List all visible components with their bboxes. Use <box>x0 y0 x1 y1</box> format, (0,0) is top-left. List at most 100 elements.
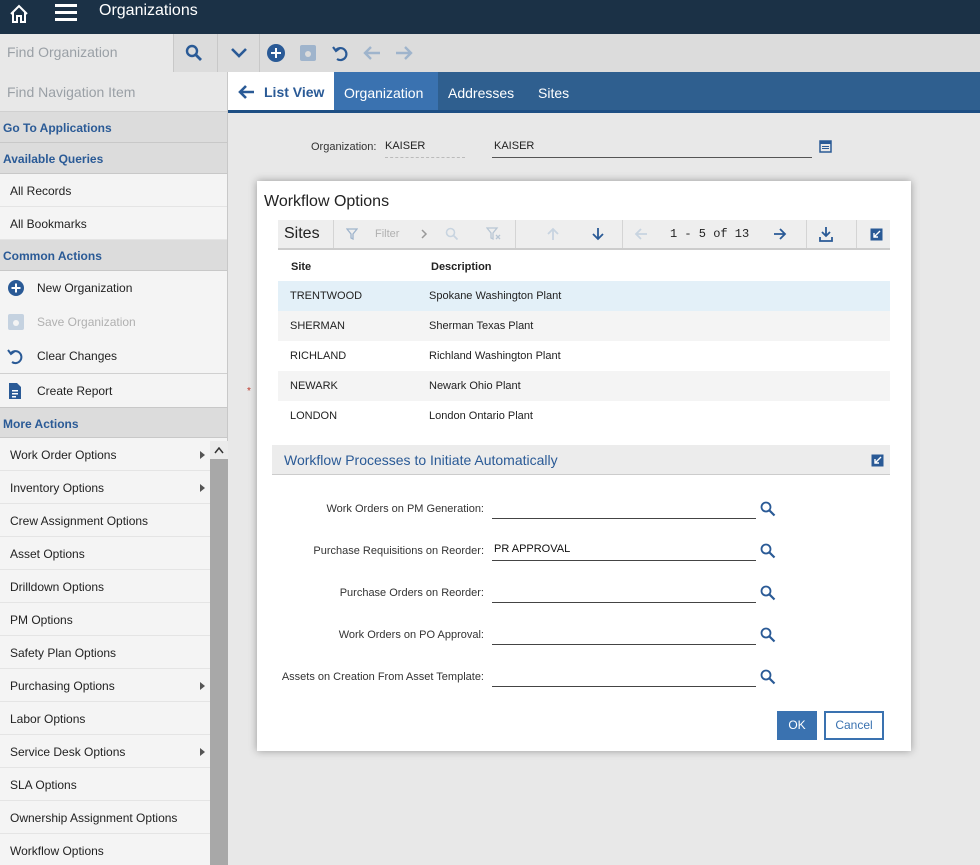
more-asset-options[interactable]: Asset Options <box>0 537 211 570</box>
long-description-icon[interactable] <box>819 140 832 153</box>
more-safety-plan-options[interactable]: Safety Plan Options <box>0 636 211 669</box>
save-icon <box>7 313 25 331</box>
add-icon[interactable] <box>266 43 286 63</box>
table-row[interactable]: LONDON London Ontario Plant <box>278 401 890 431</box>
tab-organization[interactable]: Organization <box>334 72 438 110</box>
search-icon[interactable] <box>445 227 459 241</box>
download-icon[interactable] <box>818 226 834 242</box>
po-on-reorder-input[interactable] <box>492 583 756 603</box>
tab-sites[interactable]: Sites <box>528 72 579 110</box>
chevron-down-icon[interactable] <box>218 34 260 72</box>
clear-filter-icon[interactable] <box>486 227 502 241</box>
add-icon <box>7 279 25 297</box>
action-label: Save Organization <box>37 315 136 329</box>
report-icon <box>7 382 23 400</box>
organization-description-field[interactable]: KAISER <box>492 134 812 158</box>
more-crew-assignment-options[interactable]: Crew Assignment Options <box>0 504 211 537</box>
arrow-down-icon[interactable] <box>591 227 605 241</box>
column-description[interactable]: Description <box>431 261 492 273</box>
field-label: Work Orders on PM Generation: <box>326 503 484 515</box>
table-row[interactable]: TRENTWOOD Spokane Washington Plant <box>278 281 890 311</box>
item-label: Drilldown Options <box>10 580 105 594</box>
home-icon[interactable] <box>8 3 30 25</box>
workflow-section-title: Workflow Processes to Initiate Automatic… <box>284 452 558 468</box>
pr-on-reorder-input[interactable]: PR APPROVAL <box>492 541 756 561</box>
find-navigation-input[interactable]: Find Navigation Item <box>0 72 227 112</box>
tab-addresses[interactable]: Addresses <box>438 72 524 110</box>
organization-field[interactable]: KAISER <box>385 134 465 158</box>
assets-creation-template-input[interactable] <box>492 667 756 687</box>
available-queries-header[interactable]: Available Queries <box>0 143 227 174</box>
sites-table-header: Site Description <box>278 254 890 282</box>
action-create-report[interactable]: Create Report <box>0 373 227 407</box>
filter-input[interactable]: Filter <box>375 228 399 240</box>
more-actions-header[interactable]: More Actions <box>0 407 227 438</box>
required-marker: * <box>247 386 251 397</box>
item-label: SLA Options <box>10 778 77 792</box>
table-row[interactable]: SHERMAN Sherman Texas Plant <box>278 311 890 341</box>
more-drilldown-options[interactable]: Drilldown Options <box>0 570 211 603</box>
collapse-table-icon[interactable] <box>870 228 883 241</box>
sidebar-scrollbar-thumb[interactable] <box>210 459 228 865</box>
dialog-title: Workflow Options <box>264 193 390 210</box>
search-icon[interactable] <box>760 585 776 601</box>
item-label: PM Options <box>10 613 73 627</box>
table-row[interactable]: RICHLAND Richland Washington Plant <box>278 341 890 371</box>
more-purchasing-options[interactable]: Purchasing Options <box>0 669 211 702</box>
divider <box>856 220 857 248</box>
next-page-icon[interactable] <box>773 227 787 241</box>
search-icon[interactable] <box>760 669 776 685</box>
go-to-applications[interactable]: Go To Applications <box>0 112 227 143</box>
query-all-records[interactable]: All Records <box>0 174 227 207</box>
hamburger-menu-icon[interactable] <box>54 2 78 24</box>
more-service-desk-options[interactable]: Service Desk Options <box>0 735 211 768</box>
more-work-order-options[interactable]: Work Order Options <box>0 438 211 471</box>
more-labor-options[interactable]: Labor Options <box>0 702 211 735</box>
cell-description: Spokane Washington Plant <box>429 290 562 302</box>
item-label: Service Desk Options <box>10 745 126 759</box>
action-save-organization: Save Organization <box>0 305 227 339</box>
submenu-arrow-icon <box>200 484 205 492</box>
save-icon <box>298 43 318 63</box>
search-icon[interactable] <box>174 34 218 72</box>
column-site[interactable]: Site <box>291 261 311 273</box>
cell-site: NEWARK <box>290 380 338 392</box>
cell-site: TRENTWOOD <box>290 290 363 302</box>
cell-description: London Ontario Plant <box>429 410 533 422</box>
item-label: Workflow Options <box>10 844 104 858</box>
query-all-bookmarks[interactable]: All Bookmarks <box>0 207 227 240</box>
undo-icon <box>7 347 25 365</box>
find-organization-input[interactable]: Find Organization <box>0 34 174 72</box>
arrow-up-icon <box>546 227 560 241</box>
ok-button[interactable]: OK <box>777 711 817 740</box>
undo-icon[interactable] <box>331 43 351 63</box>
tab-label: Addresses <box>448 85 515 101</box>
more-workflow-options[interactable]: Workflow Options <box>0 834 211 865</box>
more-pm-options[interactable]: PM Options <box>0 603 211 636</box>
wo-po-approval-input[interactable] <box>492 625 756 645</box>
search-icon[interactable] <box>760 501 776 517</box>
action-label: Clear Changes <box>37 349 118 363</box>
table-row[interactable]: NEWARK Newark Ohio Plant <box>278 371 890 401</box>
collapse-section-icon[interactable] <box>871 454 884 467</box>
more-ownership-assignment-options[interactable]: Ownership Assignment Options <box>0 801 211 834</box>
filter-icon[interactable] <box>346 228 358 240</box>
more-sla-options[interactable]: SLA Options <box>0 768 211 801</box>
wo-pm-generation-input[interactable] <box>492 499 756 519</box>
action-new-organization[interactable]: New Organization <box>0 271 227 305</box>
tab-label: Sites <box>538 85 570 101</box>
action-label: Create Report <box>37 384 113 398</box>
cancel-button[interactable]: Cancel <box>824 711 884 740</box>
field-label: Work Orders on PO Approval: <box>338 629 484 641</box>
search-icon[interactable] <box>760 627 776 643</box>
item-label: Ownership Assignment Options <box>10 811 178 825</box>
scroll-up-icon[interactable] <box>214 447 224 454</box>
tab-list-view[interactable]: List View <box>228 72 334 110</box>
search-icon[interactable] <box>760 543 776 559</box>
divider <box>622 220 623 248</box>
action-clear-changes[interactable]: Clear Changes <box>0 339 227 373</box>
item-label: Crew Assignment Options <box>10 514 149 528</box>
common-actions-header[interactable]: Common Actions <box>0 240 227 271</box>
chevron-right-icon[interactable] <box>420 228 428 240</box>
more-inventory-options[interactable]: Inventory Options <box>0 471 211 504</box>
